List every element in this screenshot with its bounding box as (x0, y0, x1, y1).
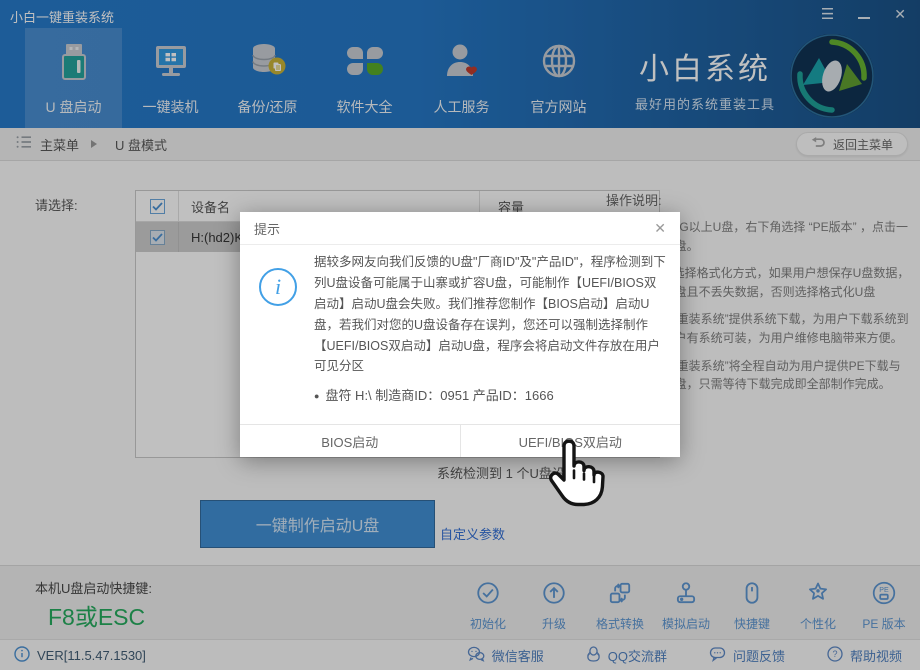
dialog-titlebar: 提示 ✕ (240, 212, 680, 245)
dialog-title: 提示 (254, 219, 280, 238)
bullet-icon: ● (314, 391, 319, 401)
dialog-close-icon[interactable]: ✕ (654, 220, 666, 237)
dialog-body: i 据较多网友向我们反馈的U盘"厂商ID"及"产品ID"，程序检测到下列U盘设备… (240, 245, 680, 424)
app-window: 小白一键重装系统 ☰ ✕ U 盘启动 一键装机 (0, 0, 920, 670)
dialog-message: 据较多网友向我们反馈的U盘"厂商ID"及"产品ID"，程序检测到下列U盘设备可能… (314, 252, 666, 377)
dialog-device-info: ● 盘符 H:\ 制造商ID：0951 产品ID：1666 (314, 385, 554, 404)
prompt-dialog: 提示 ✕ i 据较多网友向我们反馈的U盘"厂商ID"及"产品ID"，程序检测到下… (240, 212, 680, 457)
device-info-text: 盘符 H:\ 制造商ID：0951 产品ID：1666 (325, 388, 553, 403)
bios-boot-button[interactable]: BIOS启动 (240, 425, 460, 457)
info-icon: i (259, 268, 297, 306)
hand-cursor-icon (533, 433, 629, 514)
